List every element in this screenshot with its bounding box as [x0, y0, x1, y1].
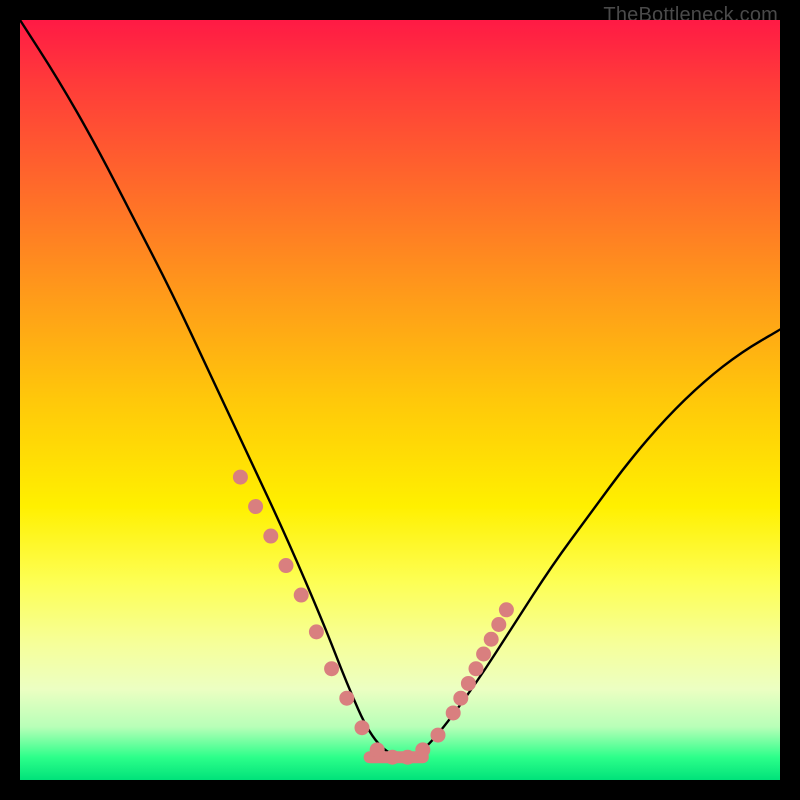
marker-dot: [339, 691, 354, 706]
marker-dot: [309, 624, 324, 639]
marker-dot: [355, 720, 370, 735]
marker-dot: [499, 602, 514, 617]
chart-wrapper: TheBottleneck.com: [0, 0, 800, 800]
marker-dot: [263, 529, 278, 544]
bottleneck-curve: [20, 20, 780, 757]
marker-dot: [446, 705, 461, 720]
marker-dot: [385, 750, 400, 765]
chart-plot-area: [20, 20, 780, 780]
marker-dot: [248, 499, 263, 514]
marker-dot: [279, 558, 294, 573]
marker-dot: [324, 661, 339, 676]
marker-dot: [370, 742, 385, 757]
marker-dot: [476, 646, 491, 661]
marker-dot: [453, 691, 468, 706]
marker-dot: [415, 742, 430, 757]
marker-dot: [491, 617, 506, 632]
marker-dot: [484, 632, 499, 647]
marker-dot: [400, 750, 415, 765]
marker-dot: [233, 470, 248, 485]
marker-dot: [461, 676, 476, 691]
marker-dot: [469, 661, 484, 676]
marker-dot: [294, 588, 309, 603]
chart-svg: [20, 20, 780, 780]
marker-dot: [431, 728, 446, 743]
